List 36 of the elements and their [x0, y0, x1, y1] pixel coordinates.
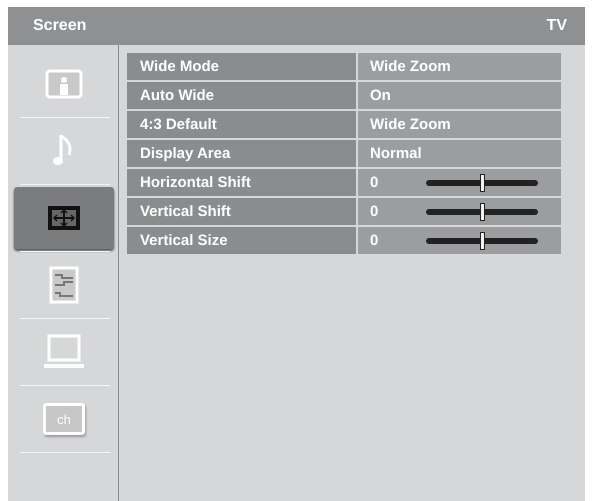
setting-label[interactable]: 4:3 Default	[127, 111, 356, 138]
setting-value[interactable]: Wide Zoom	[358, 111, 561, 138]
setting-value[interactable]: Normal	[358, 140, 561, 167]
slider-value: 0	[370, 232, 380, 249]
setting-value[interactable]: On	[358, 82, 561, 109]
slider-track[interactable]	[426, 232, 538, 250]
setting-label[interactable]: Vertical Shift	[127, 198, 356, 225]
option-value: Normal	[370, 145, 422, 162]
setting-value[interactable]: 0	[358, 227, 561, 254]
person-frame-icon	[45, 69, 83, 99]
sidebar-item[interactable]	[14, 187, 114, 249]
slider-thumb[interactable]	[480, 174, 485, 192]
setting-label[interactable]: Vertical Size	[127, 227, 356, 254]
resize-arrows-icon	[47, 205, 81, 231]
option-value: Wide Zoom	[370, 116, 451, 133]
setting-value[interactable]: 0	[358, 169, 561, 196]
slider-track[interactable]	[426, 174, 538, 192]
option-value: Wide Zoom	[370, 58, 451, 75]
laptop-icon	[43, 334, 85, 370]
setting-label[interactable]: Horizontal Shift	[127, 169, 356, 196]
list-icon	[49, 266, 79, 304]
option-value: On	[370, 87, 391, 104]
setting-label[interactable]: Display Area	[127, 140, 356, 167]
slider-thumb[interactable]	[480, 232, 485, 250]
setting-label[interactable]: Auto Wide	[127, 82, 356, 109]
slider-thumb[interactable]	[480, 202, 485, 220]
setting-value[interactable]: 0	[358, 198, 561, 225]
slider-value: 0	[370, 174, 380, 191]
menu-title: Screen	[33, 17, 86, 35]
input-source: TV	[546, 17, 567, 35]
sidebar-item[interactable]: ch	[14, 388, 114, 450]
setting-value[interactable]: Wide Zoom	[358, 53, 561, 80]
slider-value: 0	[370, 203, 380, 220]
channel-icon: ch	[43, 403, 85, 435]
slider-track[interactable]	[426, 202, 538, 220]
setting-label[interactable]: Wide Mode	[127, 53, 356, 80]
